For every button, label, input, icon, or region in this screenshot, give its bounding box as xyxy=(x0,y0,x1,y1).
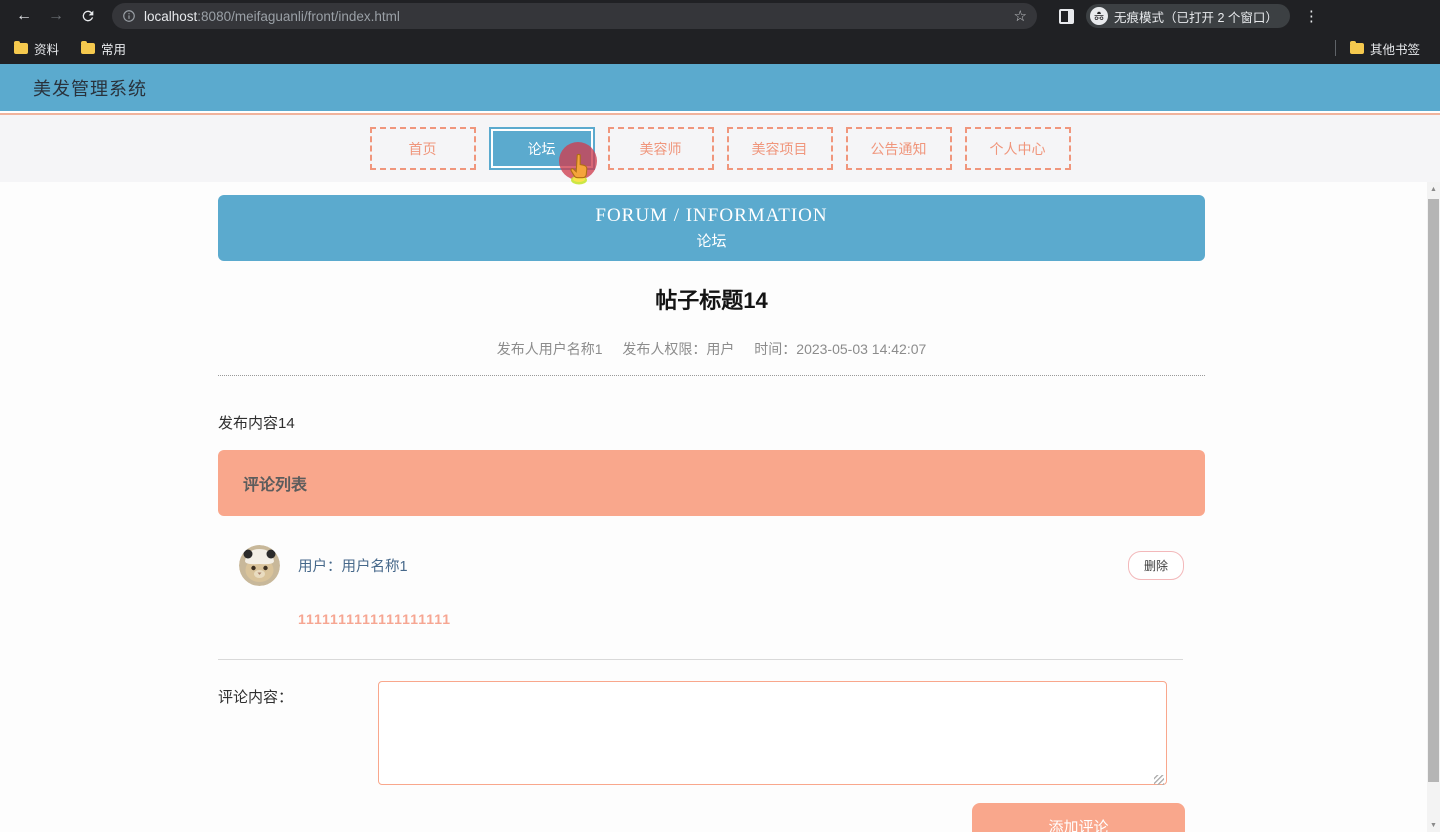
site-title: 美发管理系统 xyxy=(33,78,147,99)
bookmark-label: 常用 xyxy=(101,42,127,57)
banner-title-zh: 论坛 xyxy=(696,233,727,250)
vertical-scrollbar[interactable]: ▲ ▼ xyxy=(1427,182,1440,832)
scrollbar-down-icon[interactable]: ▼ xyxy=(1427,818,1440,832)
other-bookmarks-label: 其他书签 xyxy=(1369,42,1420,57)
bookmarks-divider xyxy=(1334,40,1336,56)
bookmarks-bar: 资料 常用 其他书签 xyxy=(0,32,1440,64)
url-text: localhost:8080/meifaguanli/front/index.h… xyxy=(144,9,1006,24)
add-comment-button[interactable]: 添加评论 xyxy=(972,803,1185,832)
forward-button[interactable]: → xyxy=(44,4,68,28)
folder-icon xyxy=(81,40,96,54)
bookmark-star-icon[interactable]: ☆ xyxy=(1014,7,1027,25)
side-panel-icon[interactable] xyxy=(1059,8,1074,24)
incognito-badge: 无痕模式（已打开 2 个窗口） xyxy=(1086,4,1290,28)
commenter-name: 用户：用户名称1 xyxy=(298,559,408,575)
folder-icon xyxy=(1349,40,1364,54)
post-time: 时间：2023-05-03 14:42:07 xyxy=(754,341,927,357)
page-info-icon[interactable] xyxy=(122,9,136,23)
commenter-avatar xyxy=(239,545,280,586)
browser-window: ← → localhost:8080/meifaguanli/front/ind… xyxy=(0,0,1440,832)
reload-button[interactable] xyxy=(76,4,100,28)
tab-announcements[interactable]: 公告通知 xyxy=(845,127,952,170)
delete-comment-button[interactable]: 删除 xyxy=(1127,551,1184,580)
bookmark-label: 资料 xyxy=(34,42,60,57)
tab-label: 论坛 xyxy=(527,140,556,157)
comment-row: 用户：用户名称1 删除 xyxy=(218,545,1205,586)
url-path: :8080/meifaguanli/front/index.html xyxy=(197,8,400,24)
comment-form: 评论内容： xyxy=(218,681,1205,790)
comments-header: 评论列表 xyxy=(218,450,1205,516)
cat-avatar-image xyxy=(239,545,280,586)
bookmark-folder-ziliao[interactable]: 资料 xyxy=(14,39,59,58)
folder-icon xyxy=(14,40,28,54)
tab-home[interactable]: 首页 xyxy=(369,127,476,170)
tab-forum[interactable]: 论坛 xyxy=(488,127,595,170)
post-content: 发布内容14 xyxy=(218,415,295,432)
main-content: FORUM / INFORMATION 论坛 帖子标题14 发布人用户名称1 发… xyxy=(0,182,1440,832)
tab-label: 首页 xyxy=(408,140,437,157)
other-bookmarks[interactable]: 其他书签 xyxy=(1349,39,1420,58)
bookmark-folder-changyong[interactable]: 常用 xyxy=(81,39,126,58)
tab-label: 个人中心 xyxy=(989,140,1046,157)
post-title: 帖子标题14 xyxy=(655,288,768,313)
browser-toolbar: ← → localhost:8080/meifaguanli/front/ind… xyxy=(0,0,1440,32)
post-author: 发布人用户名称1 xyxy=(496,341,603,357)
dotted-divider xyxy=(218,375,1205,376)
scrollbar-thumb[interactable] xyxy=(1428,199,1439,782)
back-button[interactable]: ← xyxy=(12,4,36,28)
form-divider xyxy=(218,659,1183,660)
comment-input-label: 评论内容： xyxy=(218,689,294,706)
comment-input[interactable] xyxy=(378,681,1167,785)
tab-label: 美容项目 xyxy=(751,140,808,157)
tab-beauty-projects[interactable]: 美容项目 xyxy=(726,127,833,170)
forum-banner: FORUM / INFORMATION 论坛 xyxy=(218,195,1205,261)
tab-label: 美容师 xyxy=(639,140,682,157)
incognito-icon xyxy=(1090,7,1108,25)
comments-header-label: 评论列表 xyxy=(243,477,308,494)
tab-personal-center[interactable]: 个人中心 xyxy=(964,127,1071,170)
post-role: 发布人权限：用户 xyxy=(622,341,735,357)
reload-icon xyxy=(82,10,94,22)
url-host: localhost xyxy=(144,8,198,24)
tab-beauticians[interactable]: 美容师 xyxy=(607,127,714,170)
site-header: 美发管理系统 xyxy=(0,64,1440,111)
banner-title-en: FORUM / INFORMATION xyxy=(595,205,828,226)
main-nav: 首页 论坛 美容师 美容项目 公告通知 个人中心 xyxy=(0,115,1440,182)
comment-content: 1111111111111111111 xyxy=(298,611,452,627)
tab-label: 公告通知 xyxy=(870,140,927,157)
scrollbar-up-icon[interactable]: ▲ xyxy=(1427,182,1440,196)
incognito-label: 无痕模式（已打开 2 个窗口） xyxy=(1114,10,1278,25)
browser-menu-icon[interactable]: ⋮ xyxy=(1304,7,1319,25)
address-bar[interactable]: localhost:8080/meifaguanli/front/index.h… xyxy=(112,3,1037,29)
post-meta: 发布人用户名称1 发布人权限：用户 时间：2023-05-03 14:42:07 xyxy=(218,339,1205,359)
